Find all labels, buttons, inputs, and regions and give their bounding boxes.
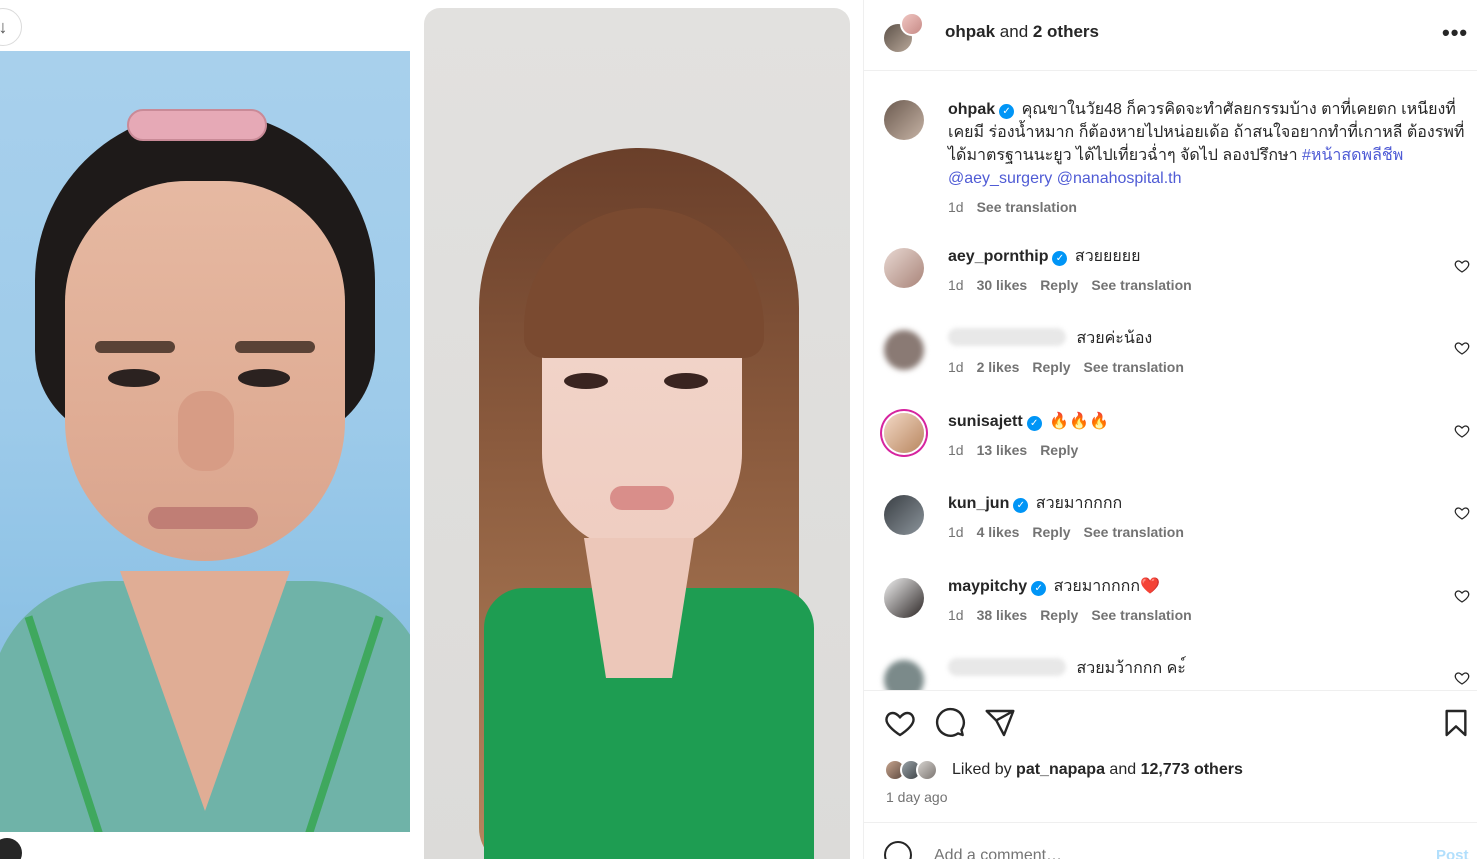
comment-text: สวยมากกกก❤️ [1053,578,1160,595]
likes-joiner: and [1104,761,1141,778]
comment-likes[interactable]: 4 likes [977,524,1020,540]
collaborators-link[interactable]: 2 others [1033,22,1099,41]
comment-time[interactable]: 1d [948,277,964,293]
post-button[interactable]: Post [1436,847,1469,859]
comment-item: สวยค่ะน้อง 1d 2 likes Reply See translation [882,328,1472,402]
liked-by-user-link[interactable]: pat_napapa [1016,761,1105,778]
caption-username[interactable]: ohpak [948,101,995,118]
comment-text: 🔥🔥🔥 [1049,413,1109,430]
comment-text: สวยยยยย [1074,248,1141,265]
comment-time[interactable]: 1d [948,524,964,540]
avatar[interactable] [884,330,924,370]
comment-username[interactable]: maypitchy [948,578,1027,595]
see-translation-link[interactable]: See translation [1084,359,1184,375]
story-ring-avatar[interactable] [884,413,924,453]
comment-time[interactable]: 1d [948,607,964,623]
before-photo [0,51,410,832]
after-photo [424,8,850,859]
comment-meta: 1d 4 likes Reply See translation [948,521,1428,543]
comment-time[interactable]: 1d [948,359,964,375]
comment-likes[interactable]: 2 likes [977,359,1020,375]
post-timestamp[interactable]: 1 day ago [886,789,948,805]
avatar[interactable] [900,12,924,36]
comments-section[interactable]: ohpak ✓ คุณขาในวัย48 ก็ควรคิดจะทำศัลยกรรม… [864,72,1477,690]
reply-button[interactable]: Reply [1040,277,1078,293]
download-icon[interactable]: ↓ [0,8,22,46]
emoji-icon[interactable] [884,841,912,859]
comment-text: สวยค่ะน้อง [1076,330,1153,347]
reply-button[interactable]: Reply [1040,607,1078,623]
verified-badge-icon: ✓ [999,104,1015,119]
avatar[interactable] [884,248,924,288]
comment-like-icon[interactable] [1454,423,1470,439]
heart-icon[interactable] [884,707,916,739]
verified-badge-icon: ✓ [1052,251,1068,266]
caption-meta: 1d See translation [948,196,1472,219]
comment-time[interactable]: 1d [948,442,964,458]
add-comment-bar: Post [864,822,1477,859]
author-username[interactable]: ohpak [945,22,995,41]
comment-likes[interactable]: 13 likes [977,442,1028,458]
post-details-panel: ohpak and 2 others ••• ohpak ✓ คุณขาในวัย… [863,0,1477,859]
comment-meta: 1d 30 likes Reply See translation [948,274,1428,296]
comment-text: สวยมว้ากกก คะ์ [1076,660,1186,677]
comment-likes[interactable]: 38 likes [977,607,1028,623]
see-translation-link[interactable]: See translation [1091,607,1191,623]
caption-time[interactable]: 1d [948,199,964,215]
post-author[interactable]: ohpak and 2 others [945,22,1099,42]
avatar [916,759,938,781]
comment-icon[interactable] [934,707,966,739]
blurred-username[interactable] [948,658,1066,676]
comment-like-icon[interactable] [1454,505,1470,521]
comment-input[interactable] [934,847,1354,859]
comment-username[interactable]: sunisajett [948,413,1023,430]
comment-meta: 1d 13 likes Reply [948,439,1428,461]
mention-link[interactable]: @aey_surgery [948,170,1052,187]
comment-item: kun_jun ✓ สวยมากกกก 1d 4 likes Reply See tra… [882,493,1472,567]
blurred-username[interactable] [948,328,1066,346]
comment-username[interactable]: kun_jun [948,495,1009,512]
more-icon[interactable]: ••• [1442,20,1468,46]
see-translation-link[interactable]: See translation [1091,277,1191,293]
comment-meta: 1d 2 likes Reply See translation [948,356,1428,378]
share-icon[interactable] [984,707,1016,739]
comment-like-icon[interactable] [1454,670,1470,686]
verified-badge-icon: ✓ [1013,498,1029,513]
avatar[interactable] [884,660,924,690]
avatar[interactable] [884,578,924,618]
likes-count-link[interactable]: 12,773 others [1141,761,1243,778]
comment-meta: 1d 38 likes Reply See translation [948,604,1428,626]
mention-link[interactable]: @nanahospital.th [1057,170,1182,187]
post-actions: Liked by pat_napapa and 12,773 others 1 … [864,690,1477,822]
bookmark-icon[interactable] [1440,707,1472,739]
see-translation-link[interactable]: See translation [977,199,1077,215]
avatar[interactable] [884,495,924,535]
comment-like-icon[interactable] [1454,588,1470,604]
comment-like-icon[interactable] [1454,258,1470,274]
post-header: ohpak and 2 others ••• [864,0,1477,71]
comment-item: maypitchy ✓ สวยมากกกก❤️ 1d 38 likes Reply Se… [882,576,1472,650]
see-translation-link[interactable]: See translation [1084,524,1184,540]
comment-username[interactable]: aey_pornthip [948,248,1048,265]
likes-summary[interactable]: Liked by pat_napapa and 12,773 others [884,759,1444,785]
reply-button[interactable]: Reply [1040,442,1078,458]
comment-likes[interactable]: 30 likes [977,277,1028,293]
user-tag-icon[interactable] [0,838,22,859]
comment-like-icon[interactable] [1454,340,1470,356]
avatar[interactable] [884,100,924,140]
collab-avatars[interactable] [882,12,928,54]
post-media[interactable]: ↓ [0,0,863,859]
comment-item: aey_pornthip ✓ สวยยยยย 1d 30 likes Reply See… [882,246,1472,320]
reply-button[interactable]: Reply [1032,359,1070,375]
verified-badge-icon: ✓ [1026,416,1042,431]
likes-prefix: Liked by [952,761,1017,778]
hashtag-link[interactable]: #หน้าสดพลีชีพ [1302,147,1403,164]
comment-text: สวยมากกกก [1035,495,1123,512]
comment-item: สวยมว้ากกก คะ์ [882,658,1472,690]
reply-button[interactable]: Reply [1032,524,1070,540]
comment-item: sunisajett ✓ 🔥🔥🔥 1d 13 likes Reply [882,411,1472,485]
author-joiner: and [995,22,1033,41]
verified-badge-icon: ✓ [1031,581,1047,596]
